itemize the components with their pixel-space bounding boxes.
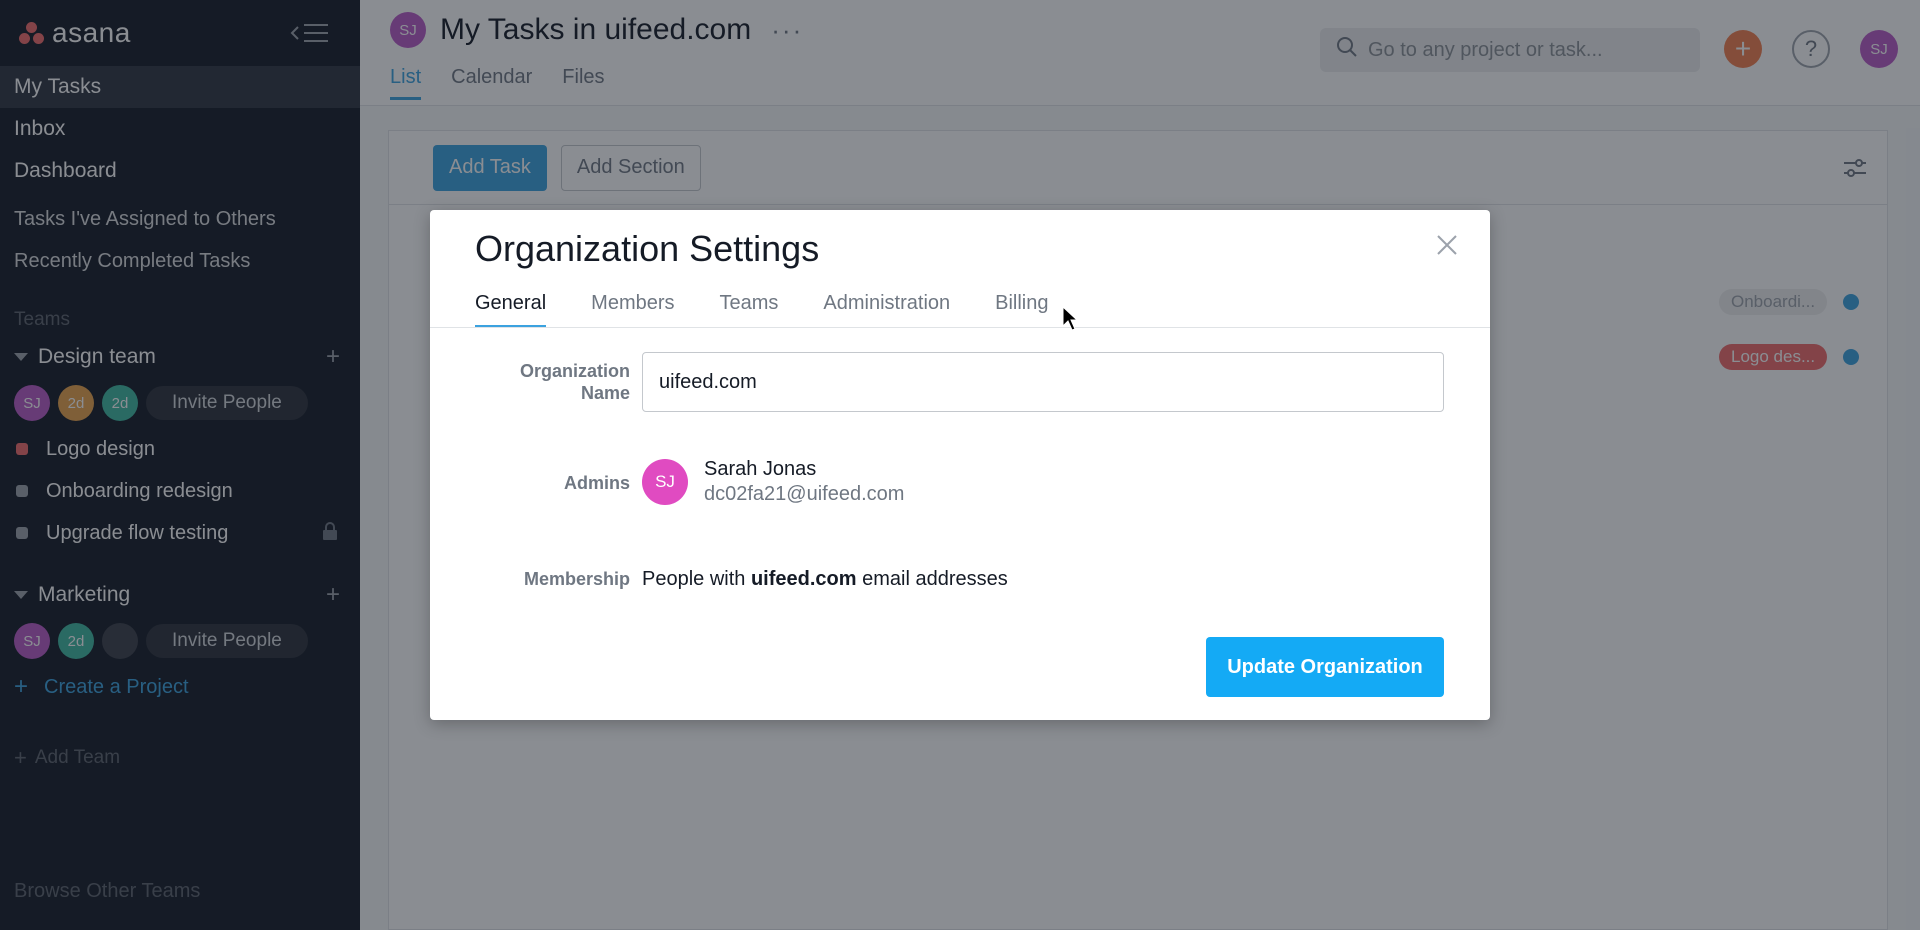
admin-email: dc02fa21@uifeed.com xyxy=(704,483,905,505)
admin-entry: SJ Sarah Jonas dc02fa21@uifeed.com xyxy=(642,458,904,506)
tab-administration[interactable]: Administration xyxy=(823,292,950,328)
membership-domain: uifeed.com xyxy=(750,568,857,590)
admins-label: Admins xyxy=(563,473,630,493)
modal-tabs: General Members Teams Administration Bil… xyxy=(475,292,1049,328)
membership-prefix: People with xyxy=(642,568,751,590)
tab-members[interactable]: Members xyxy=(591,292,674,328)
org-name-label: Organization Name xyxy=(430,360,630,404)
membership-suffix: email addresses xyxy=(856,568,1008,590)
tab-general[interactable]: General xyxy=(475,292,547,328)
membership-label: Membership xyxy=(523,569,630,589)
tab-billing[interactable]: Billing xyxy=(995,292,1048,328)
modal-title: Organization Settings xyxy=(475,228,820,269)
org-name-label-line2: Name xyxy=(580,383,630,403)
membership-text: People with uifeed.com email addresses xyxy=(642,568,1008,591)
admin-name: Sarah Jonas xyxy=(704,458,817,480)
organization-name-input[interactable] xyxy=(642,352,1444,412)
org-name-label-line1: Organization xyxy=(519,361,630,381)
avatar[interactable]: SJ xyxy=(642,459,688,505)
tab-teams[interactable]: Teams xyxy=(720,292,779,328)
mouse-cursor-icon xyxy=(1062,305,1079,337)
close-icon[interactable] xyxy=(1436,234,1458,256)
organization-settings-modal: Organization Settings General Members Te… xyxy=(430,210,1490,720)
update-organization-button[interactable]: Update Organization xyxy=(1206,637,1444,697)
divider xyxy=(430,327,1490,328)
